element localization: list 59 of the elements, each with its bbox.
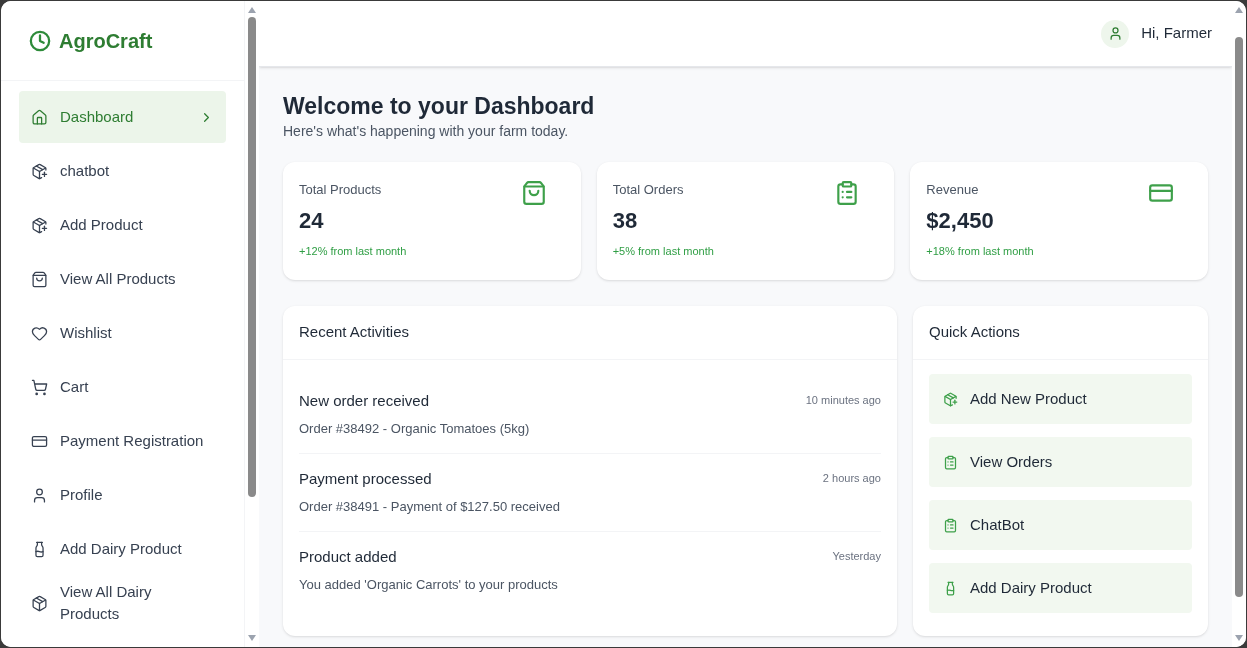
- scroll-down-icon[interactable]: [248, 635, 256, 641]
- sidebar-item[interactable]: Add Dairy Product: [19, 523, 226, 575]
- clipboard-icon: [942, 517, 958, 533]
- activity-time: 2 hours ago: [822, 471, 881, 486]
- card-title: Quick Actions: [928, 322, 1020, 343]
- scroll-down-icon[interactable]: [1235, 635, 1243, 641]
- heart-icon: [31, 324, 48, 342]
- page-title: Welcome to your Dashboard: [283, 92, 596, 121]
- page-subtitle: Here's what's happening with your farm today.: [283, 122, 570, 141]
- scrollbar-thumb[interactable]: [248, 17, 256, 497]
- stat-label: Total Orders: [612, 181, 684, 199]
- activity-time: 10 minutes ago: [805, 393, 881, 408]
- package-plus-icon: [942, 391, 958, 407]
- sidebar-item[interactable]: Add Product: [19, 199, 226, 251]
- user-icon: [31, 486, 48, 504]
- stat-label: Revenue: [926, 181, 979, 199]
- activity-detail: Order #38492 - Organic Tomatoes (5kg): [299, 419, 530, 438]
- bag-icon: [31, 270, 48, 288]
- activity-title: Product added: [299, 547, 398, 567]
- sidebar-item[interactable]: Dashboard: [19, 91, 226, 143]
- sidebar-item[interactable]: Payment Registration: [19, 415, 226, 467]
- user-greeting: Hi, Farmer: [1141, 23, 1212, 44]
- quick-action-button[interactable]: ChatBot: [928, 500, 1192, 550]
- clock-logo-icon: [29, 29, 51, 52]
- sidebar-item[interactable]: chatbot: [19, 145, 226, 197]
- stat-value: 38: [612, 206, 638, 235]
- sidebar-item[interactable]: View All Dairy Products: [19, 577, 226, 629]
- home-icon: [31, 108, 48, 126]
- stat-value: 24: [299, 206, 324, 235]
- package-icon: [31, 594, 48, 612]
- clipboard-icon: [942, 454, 958, 470]
- scroll-up-icon[interactable]: [248, 7, 256, 13]
- activity-time: Yesterday: [832, 549, 881, 564]
- package-plus-icon: [31, 162, 48, 180]
- quick-action-button[interactable]: Add New Product: [928, 374, 1192, 424]
- scrollbar-thumb[interactable]: [1235, 37, 1243, 597]
- brand-name: AgroCraft: [59, 28, 153, 54]
- stat-label: Total Products: [299, 181, 382, 199]
- stat-value: $2,450: [926, 206, 994, 235]
- card-title: Recent Activities: [299, 322, 410, 343]
- quick-action-button[interactable]: Add Dairy Product: [928, 563, 1192, 613]
- quick-action-button[interactable]: View Orders: [928, 437, 1192, 487]
- sidebar-item[interactable]: Wishlist: [19, 307, 226, 359]
- stat-change: +5% from last month: [612, 243, 714, 259]
- activity-detail: You added 'Organic Carrots' to your products: [299, 575, 558, 594]
- sidebar-item[interactable]: Cart: [19, 361, 226, 413]
- stat-change: +12% from last month: [299, 243, 407, 259]
- bag-icon: [520, 180, 547, 206]
- activity-title: New order received: [299, 391, 431, 411]
- stat-change: +18% from last month: [926, 243, 1034, 259]
- cart-icon: [31, 378, 48, 396]
- user-icon: [1107, 26, 1123, 41]
- sidebar-item[interactable]: Profile: [19, 469, 226, 521]
- scroll-up-icon[interactable]: [1235, 7, 1243, 13]
- activity-detail: Order #38491 - Payment of $127.50 received: [299, 497, 560, 516]
- package-plus-icon: [31, 216, 48, 234]
- activity-title: Payment processed: [299, 469, 433, 489]
- sidebar-item[interactable]: View All Products: [19, 253, 226, 305]
- avatar[interactable]: [1101, 19, 1130, 48]
